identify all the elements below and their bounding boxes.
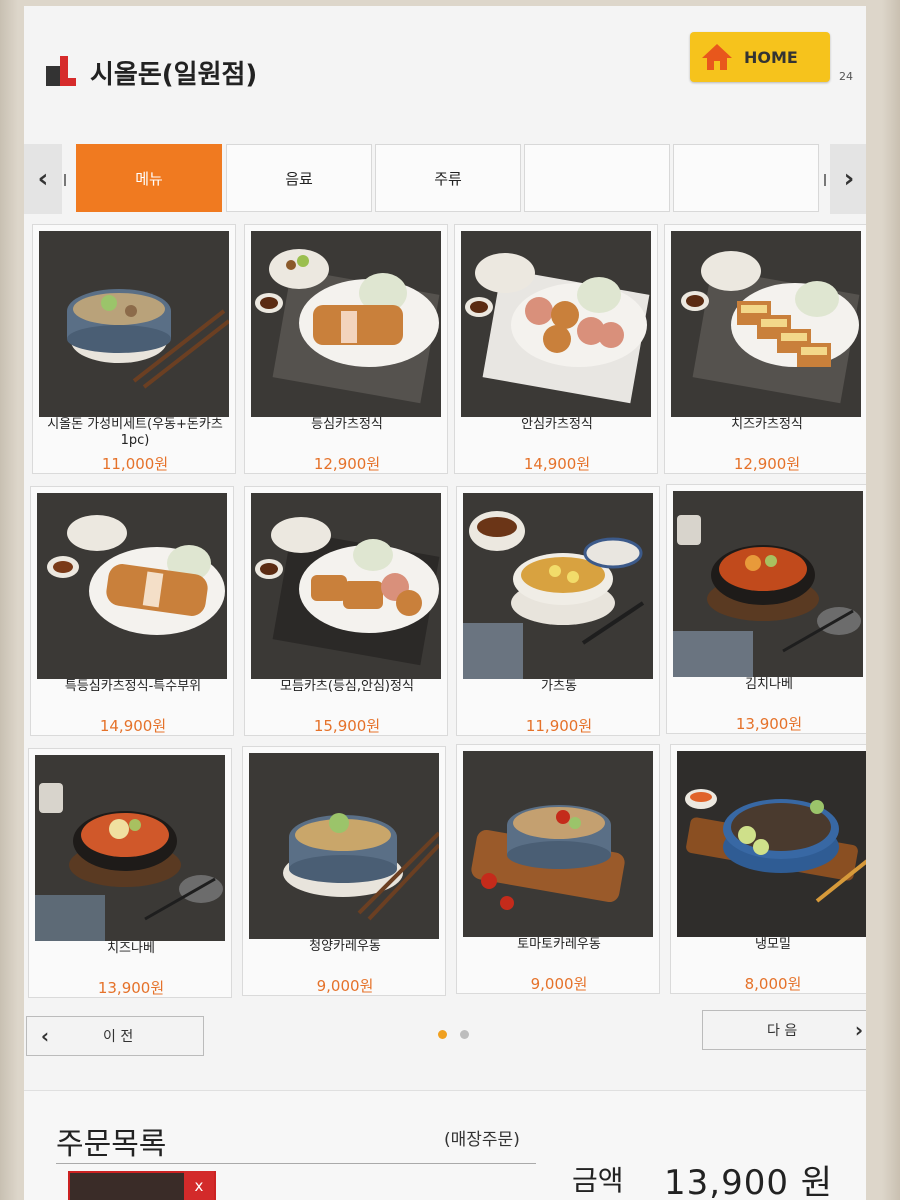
menu-card-naengmomil[interactable]: 냉모밀 8,000원 bbox=[670, 744, 866, 994]
menu-name: 시올돈 가성비세트(우동+돈카츠 1pc) bbox=[47, 417, 223, 448]
menu-name: 안심카츠정식 bbox=[521, 417, 593, 432]
menu-price: 9,000원 bbox=[530, 975, 588, 993]
amount-label: 금액 bbox=[572, 1164, 624, 1197]
menu-name: 토마토카레우동 bbox=[517, 937, 601, 952]
menu-price: 11,000원 bbox=[101, 455, 169, 473]
menu-card-gasungbi-set[interactable]: 시올돈 가성비세트(우동+돈카츠 1pc) 11,000원 bbox=[32, 224, 236, 474]
next-page-label: 다 음 bbox=[767, 1023, 798, 1039]
menu-photo bbox=[251, 231, 441, 417]
tomato-curry-udon-image bbox=[463, 751, 653, 937]
menu-card-ansim[interactable]: 안심카츠정식 14,900원 bbox=[454, 224, 658, 474]
order-list-title: 주문목록 bbox=[56, 1127, 167, 1162]
menu-name: 김치나베 bbox=[745, 677, 793, 692]
menu-photo bbox=[671, 231, 861, 417]
menu-price: 13,900원 bbox=[97, 979, 165, 997]
tab-empty-1[interactable] bbox=[524, 144, 670, 212]
menu-card-deungsim[interactable]: 등심카츠정식 12,900원 bbox=[244, 224, 448, 474]
store-name: 시올돈(일원점) bbox=[90, 60, 258, 90]
tenderloin-cutlet-plate-image bbox=[461, 231, 651, 417]
menu-card-cheese-nabe[interactable]: 치즈나베 13,900원 bbox=[28, 748, 232, 998]
tab-prev-arrow[interactable]: ‹ bbox=[24, 144, 62, 214]
menu-card-special-deungsim[interactable]: 특등심카츠정식-특수부위 14,900원 bbox=[30, 486, 234, 736]
store-logo-icon bbox=[46, 56, 76, 86]
next-page-button[interactable]: 다 음 › bbox=[702, 1010, 866, 1050]
menu-photo bbox=[463, 493, 653, 679]
cold-buckwheat-noodle-image bbox=[677, 751, 866, 937]
menu-name: 치즈나베 bbox=[107, 941, 155, 956]
tab-drinks[interactable]: 음료 bbox=[226, 144, 372, 212]
tab-divider bbox=[64, 174, 66, 186]
menu-photo bbox=[461, 231, 651, 417]
menu-name: 모듬카츠(등심,안심)정식 bbox=[280, 679, 414, 694]
tab-alcohol[interactable]: 주류 bbox=[375, 144, 521, 212]
menu-price: 11,900원 bbox=[525, 717, 593, 735]
menu-photo bbox=[39, 231, 229, 417]
menu-price: 14,900원 bbox=[99, 717, 167, 735]
menu-price: 12,900원 bbox=[733, 455, 801, 473]
menu-price: 8,000원 bbox=[744, 975, 802, 993]
home-button[interactable]: HOME bbox=[690, 32, 830, 82]
remove-item-button[interactable]: x bbox=[184, 1171, 214, 1200]
menu-name: 가츠동 bbox=[541, 679, 577, 694]
menu-card-cheongyang-curry-udon[interactable]: 청양카레우동 9,000원 bbox=[242, 746, 446, 996]
special-cutlet-plate-image bbox=[37, 493, 227, 679]
menu-price: 14,900원 bbox=[523, 455, 591, 473]
menu-name: 특등심카츠정식-특수부위 bbox=[64, 679, 202, 694]
prev-page-button[interactable]: ‹ 이 전 bbox=[26, 1016, 204, 1056]
header: 시올돈(일원점) HOME 24 bbox=[24, 6, 866, 134]
close-icon: x bbox=[194, 1177, 204, 1195]
order-panel: 주문목록 (매장주문) x 금액 13,900 원 bbox=[24, 1090, 866, 1200]
menu-photo bbox=[35, 755, 225, 941]
kimchi-nabe-pot-image bbox=[673, 491, 863, 677]
menu-card-katsudon[interactable]: 가츠동 11,900원 bbox=[456, 486, 660, 736]
chevron-left-icon: ‹ bbox=[37, 164, 49, 194]
menu-card-kimchi-nabe[interactable]: 김치나베 13,900원 bbox=[666, 484, 866, 734]
prev-page-label: 이 전 bbox=[103, 1029, 134, 1045]
page-indicator bbox=[460, 1030, 469, 1039]
amount-value: 13,900 원 bbox=[664, 1163, 834, 1200]
home-button-label: HOME bbox=[744, 47, 798, 67]
page-indicator-active bbox=[438, 1030, 447, 1039]
mixed-cutlet-plate-image bbox=[251, 493, 441, 679]
menu-name: 치즈카츠정식 bbox=[731, 417, 803, 432]
tab-next-arrow[interactable]: › bbox=[830, 144, 866, 214]
category-tabs: ‹ 메뉴 음료 주류 › bbox=[24, 144, 866, 214]
menu-price: 15,900원 bbox=[313, 717, 381, 735]
menu-card-tomato-curry-udon[interactable]: 토마토카레우동 9,000원 bbox=[456, 744, 660, 994]
order-type: (매장주문) bbox=[444, 1130, 520, 1150]
cheese-cutlet-plate-image bbox=[671, 231, 861, 417]
menu-name: 청양카레우동 bbox=[309, 939, 381, 954]
pork-cutlet-plate-image bbox=[251, 231, 441, 417]
curry-udon-bowl-image bbox=[249, 753, 439, 939]
menu-photo bbox=[673, 491, 863, 677]
divider bbox=[56, 1163, 536, 1164]
menu-card-modeum[interactable]: 모듬카츠(등심,안심)정식 15,900원 bbox=[244, 486, 448, 736]
tab-divider bbox=[824, 174, 826, 186]
menu-photo bbox=[463, 751, 653, 937]
chevron-right-icon: › bbox=[854, 1018, 864, 1042]
home-icon bbox=[702, 44, 732, 70]
cheese-nabe-pot-image bbox=[35, 755, 225, 941]
menu-price: 9,000원 bbox=[316, 977, 374, 995]
menu-price: 12,900원 bbox=[313, 455, 381, 473]
menu-name: 냉모밀 bbox=[755, 937, 791, 952]
menu-name: 등심카츠정식 bbox=[311, 417, 383, 432]
menu-photo bbox=[251, 493, 441, 679]
chevron-left-icon: ‹ bbox=[40, 1024, 50, 1048]
katsudon-bowl-image bbox=[463, 493, 653, 679]
menu-photo bbox=[37, 493, 227, 679]
menu-photo bbox=[249, 753, 439, 939]
tab-empty-2[interactable] bbox=[673, 144, 819, 212]
menu-photo bbox=[677, 751, 866, 937]
menu-card-cheese[interactable]: 치즈카츠정식 12,900원 bbox=[664, 224, 866, 474]
menu-price: 13,900원 bbox=[735, 715, 803, 733]
kiosk-screen: 시올돈(일원점) HOME 24 ‹ 메뉴 음료 주류 › 시올돈 가성비세트(… bbox=[24, 6, 866, 1200]
udon-bowl-image bbox=[39, 231, 229, 417]
screen-counter: 24 bbox=[839, 70, 853, 83]
chevron-right-icon: › bbox=[843, 164, 855, 194]
tab-menu[interactable]: 메뉴 bbox=[76, 144, 222, 212]
